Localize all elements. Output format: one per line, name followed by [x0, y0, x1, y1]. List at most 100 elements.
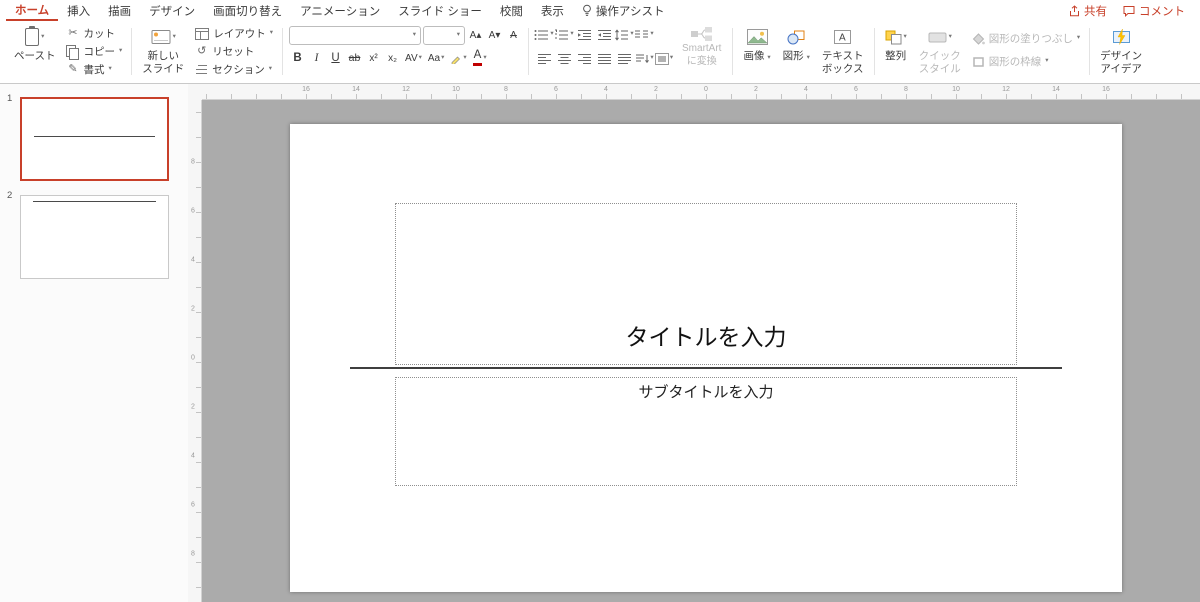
grow-font-button[interactable]: A▴ — [467, 27, 484, 45]
chevron-down-icon: ▾ — [1076, 34, 1081, 42]
share-icon — [1069, 4, 1080, 17]
bold-button[interactable]: B — [289, 49, 306, 67]
align-center-icon — [557, 53, 572, 65]
chevron-down-icon: ▾ — [1045, 57, 1049, 65]
comments-button[interactable]: コメント — [1118, 3, 1190, 19]
tab-home[interactable]: ホーム — [6, 0, 59, 21]
subtitle-placeholder[interactable]: サブタイトルを入力 — [395, 377, 1017, 486]
horizontal-line-shape[interactable] — [350, 367, 1062, 369]
chevron-down-icon: ▾ — [418, 53, 422, 61]
layout-button[interactable]: レイアウト ▾ — [192, 25, 276, 42]
subscript-button[interactable]: x₂ — [384, 49, 401, 67]
chevron-down-icon: ▾ — [948, 32, 952, 40]
character-spacing-button[interactable]: AV ▾ — [403, 49, 424, 67]
font-color-button[interactable]: A ▾ — [471, 49, 489, 67]
align-center-button[interactable] — [555, 50, 573, 67]
line-spacing-button[interactable]: ▾ — [614, 26, 634, 43]
justify-button[interactable] — [595, 50, 613, 67]
font-name-select[interactable]: ▾ — [289, 26, 422, 45]
shapes-icon — [787, 30, 805, 45]
text-highlight-button[interactable]: ▾ — [448, 49, 468, 67]
shape-outline-icon — [972, 56, 985, 68]
highlighter-icon — [450, 53, 462, 64]
align-text-button[interactable]: ▾ — [654, 50, 674, 67]
slide-number: 2 — [7, 190, 13, 201]
cut-icon: ✂ — [68, 27, 78, 39]
shape-outline-button[interactable]: 図形の枠線 ▾ — [969, 53, 1083, 70]
change-case-button[interactable]: Aa ▾ — [426, 49, 447, 67]
reset-button[interactable]: ↺ リセット — [192, 43, 276, 60]
tab-draw[interactable]: 描画 — [99, 0, 140, 21]
chevron-down-icon: ▾ — [903, 32, 907, 40]
strikethrough-button[interactable]: ab — [346, 49, 363, 67]
columns-icon — [634, 29, 649, 41]
copy-icon — [66, 45, 80, 60]
slide-canvas[interactable]: タイトルを入力 サブタイトルを入力 — [290, 124, 1122, 592]
increase-indent-button[interactable] — [595, 26, 613, 43]
italic-button[interactable]: I — [308, 49, 325, 67]
horizontal-ruler[interactable]: 16 14 12 10 8 6 4 2 0 2 4 6 8 10 12 14 16 — [202, 84, 1200, 100]
numbering-button[interactable]: ▾ — [555, 26, 574, 43]
slide-thumbnail-1[interactable] — [20, 97, 169, 181]
copy-button[interactable]: コピー ▾ — [63, 43, 125, 60]
chevron-down-icon: ▾ — [412, 31, 417, 39]
text-direction-button[interactable]: ▾ — [635, 50, 654, 67]
new-slide-button[interactable]: ▾ 新しい スライド — [138, 24, 188, 77]
quick-styles-button[interactable]: ▾ クイック スタイル — [915, 24, 965, 77]
chevron-down-icon: ▾ — [669, 54, 674, 62]
tab-design[interactable]: デザイン — [140, 0, 204, 21]
textbox-icon: A — [834, 30, 852, 44]
underline-button[interactable]: U — [327, 49, 344, 67]
shrink-font-button[interactable]: A▾ — [486, 27, 503, 45]
format-painter-icon: ✎ — [68, 63, 78, 75]
picture-icon — [746, 29, 768, 45]
bullet-list-icon — [534, 29, 549, 41]
share-button[interactable]: 共有 — [1064, 3, 1112, 19]
tab-review[interactable]: 校閲 — [491, 0, 532, 21]
tab-insert[interactable]: 挿入 — [58, 0, 99, 21]
tab-tell-me[interactable]: 操作アシスト — [573, 0, 674, 21]
paste-button[interactable]: ▾ ペースト — [10, 24, 59, 65]
chevron-down-icon: ▾ — [41, 32, 45, 40]
line-spacing-icon — [614, 28, 629, 41]
insert-shapes-button[interactable]: 図形 ▾ — [779, 24, 814, 65]
chevron-down-icon: ▾ — [269, 29, 274, 37]
shape-fill-button[interactable]: 図形の塗りつぶし ▾ — [969, 30, 1083, 47]
paragraph-group: ▾ ▾ ▾ ▾ ▾ ▾ SmartArt に変換 — [529, 23, 732, 80]
bullets-button[interactable]: ▾ — [534, 26, 554, 43]
insert-textbox-button[interactable]: A テキスト ボックス — [818, 24, 868, 77]
workspace-background: タイトルを入力 サブタイトルを入力 — [202, 100, 1200, 602]
arrange-button[interactable]: ▾ 整列 — [881, 24, 911, 65]
tab-slideshow[interactable]: スライド ショー — [389, 0, 491, 21]
slide-thumbnail-2[interactable] — [20, 195, 169, 279]
outdent-icon — [577, 29, 592, 41]
title-placeholder[interactable]: タイトルを入力 — [395, 203, 1017, 365]
chevron-down-icon: ▾ — [108, 65, 112, 73]
justify-icon — [597, 53, 612, 65]
decrease-indent-button[interactable] — [575, 26, 593, 43]
distribute-text-button[interactable] — [615, 50, 633, 67]
align-left-button[interactable] — [535, 50, 553, 67]
font-group: ▾ ▾ A▴ A▾ A B I U ab x² x₂ AV ▾ Aa ▾ ▾ A… — [283, 23, 528, 80]
align-right-button[interactable] — [575, 50, 593, 67]
chevron-down-icon: ▾ — [650, 54, 654, 62]
superscript-button[interactable]: x² — [365, 49, 382, 67]
columns-button[interactable]: ▾ — [634, 26, 654, 43]
chevron-down-icon: ▾ — [570, 30, 574, 38]
tab-animations[interactable]: アニメーション — [291, 0, 389, 21]
convert-to-smartart-button[interactable]: SmartArt に変換 — [677, 24, 726, 70]
editing-area: 16 14 12 10 8 6 4 2 0 2 4 6 8 10 12 14 16 864202468 タイトル… — [188, 84, 1200, 602]
tab-transitions[interactable]: 画面切り替え — [204, 0, 291, 21]
vertical-ruler[interactable]: 864202468 — [188, 100, 202, 602]
slide-line-shape — [33, 135, 156, 137]
clear-formatting-button[interactable]: A — [505, 27, 522, 45]
chevron-down-icon: ▾ — [550, 30, 554, 38]
insert-picture-button[interactable]: 画像 ▾ — [739, 24, 774, 65]
font-size-select[interactable]: ▾ — [423, 26, 466, 45]
tab-view[interactable]: 表示 — [532, 0, 573, 21]
cut-button[interactable]: ✂ カット — [63, 25, 125, 42]
design-ideas-button[interactable]: デザイン アイデア — [1096, 24, 1146, 77]
section-button[interactable]: セクション ▾ — [192, 61, 276, 78]
format-painter-button[interactable]: ✎ 書式 ▾ — [63, 61, 125, 78]
chevron-down-icon: ▾ — [806, 54, 810, 61]
